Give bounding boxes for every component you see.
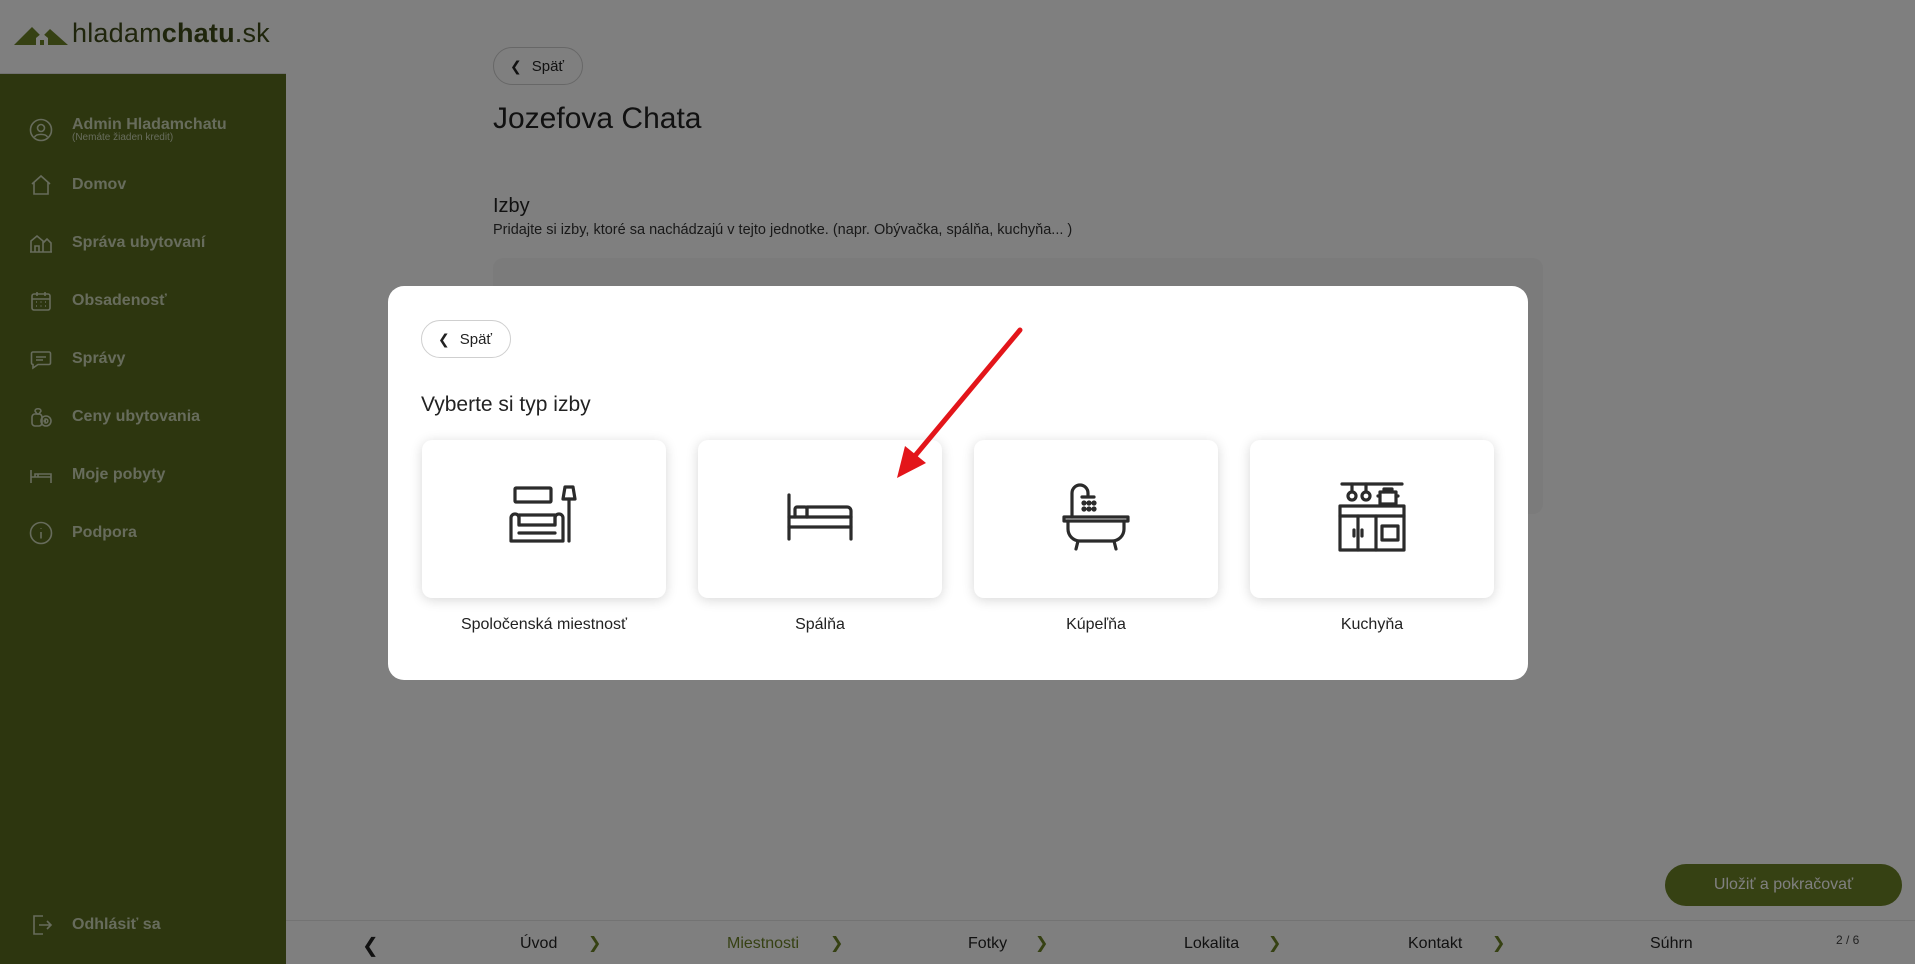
modal-title: Vyberte si typ izby [421, 393, 591, 416]
room-option-living-room[interactable] [422, 440, 666, 598]
room-option-label: Kúpeľňa [1066, 616, 1126, 633]
chevron-left-icon: ❮ [438, 330, 450, 347]
room-option-bathroom[interactable] [974, 440, 1218, 598]
bed-icon [785, 492, 855, 546]
room-option-label: Kuchyňa [1340, 616, 1404, 633]
room-type-modal: ❮ Späť Vyberte si typ izby Spoločenská m… [388, 286, 1528, 680]
room-option-bedroom[interactable] [698, 440, 942, 598]
living-room-icon [509, 484, 579, 554]
kitchen-icon [1338, 481, 1406, 557]
modal-back-label: Späť [459, 330, 493, 348]
room-option-kitchen[interactable] [1250, 440, 1494, 598]
modal-back-button[interactable]: ❮ Späť [421, 320, 512, 358]
room-option-label: Spoločenská miestnosť [460, 616, 628, 633]
bathtub-icon [1062, 482, 1130, 556]
room-option-label: Spálňa [795, 616, 845, 633]
